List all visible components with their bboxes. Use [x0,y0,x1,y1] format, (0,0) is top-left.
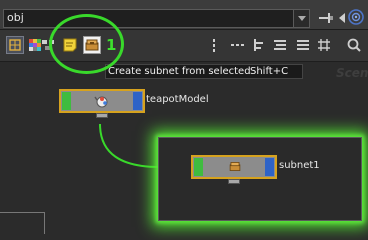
output-connector[interactable] [96,113,108,118]
tooltip-shortcut: Shift+C [250,66,289,77]
scene-watermark: Scen [336,66,368,80]
geometry-teapot-icon [94,96,108,108]
path-dropdown-button[interactable] [293,10,309,27]
output-connector[interactable] [228,179,240,184]
network-box [0,212,45,234]
network-grid-icon[interactable] [6,36,24,54]
annotation-step-1: 1 [106,36,117,54]
network-path-field[interactable]: obj [3,9,310,28]
node-teapotmodel[interactable] [59,89,145,118]
align-dots-icon[interactable] [229,37,245,53]
tooltip: Create subnet from selected Shift+C [105,64,303,79]
tooltip-text: Create subnet from selected [108,66,251,77]
align-vertical-icon[interactable] [206,37,222,53]
render-flag[interactable] [133,92,142,110]
network-path-value: obj [7,11,24,24]
subnet-highlight-panel [158,137,362,221]
subnet-box-icon [229,162,241,171]
align-tee-icon[interactable] [250,37,266,53]
grid-icon[interactable] [316,37,332,53]
back-arrow-icon[interactable] [336,11,348,25]
pin-icon[interactable] [318,11,334,25]
globe-icon[interactable] [348,9,364,25]
align-lines-icon[interactable] [272,37,288,53]
node-label-teapotmodel: teapotModel [146,94,209,105]
distribute-icon[interactable] [295,37,311,53]
display-flag[interactable] [62,92,71,110]
zoom-icon[interactable] [346,37,362,53]
render-flag[interactable] [265,158,274,176]
node-subnet1[interactable] [191,155,277,184]
node-label-subnet1: subnet1 [279,160,320,171]
display-flag[interactable] [194,158,203,176]
